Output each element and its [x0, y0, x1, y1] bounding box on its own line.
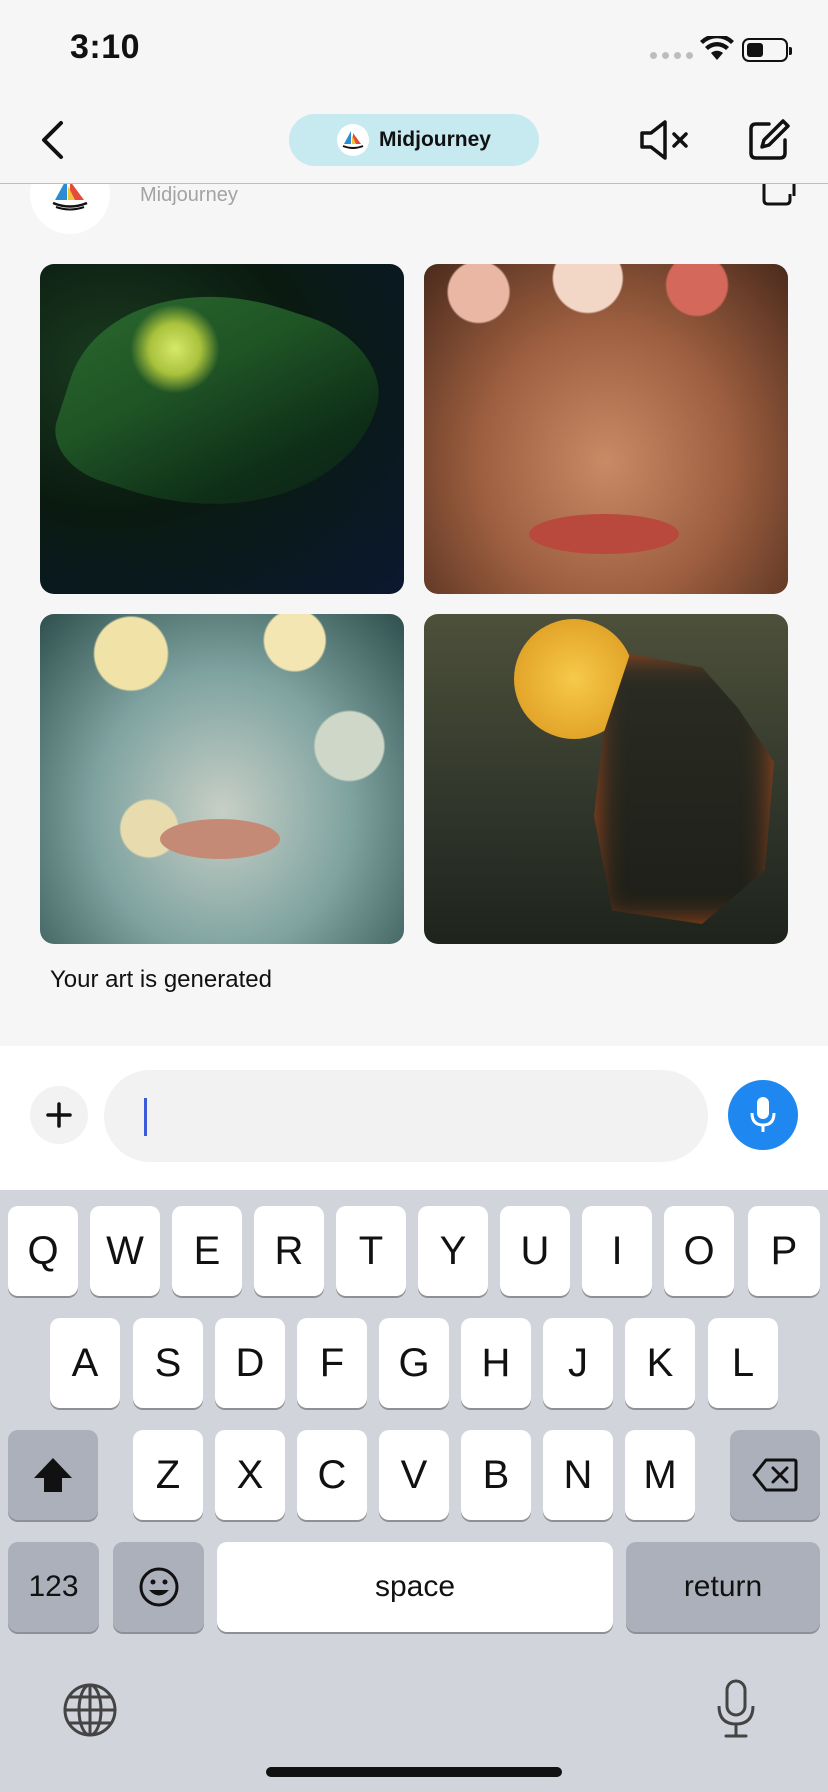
wifi-icon [700, 33, 734, 67]
backspace-icon [752, 1458, 798, 1492]
key-p[interactable]: P [748, 1206, 820, 1296]
key-f[interactable]: F [297, 1318, 367, 1408]
text-cursor [144, 1098, 147, 1136]
dictation-microphone-icon[interactable] [714, 1678, 758, 1745]
key-w[interactable]: W [90, 1206, 160, 1296]
key-b[interactable]: B [461, 1430, 531, 1520]
key-o[interactable]: O [664, 1206, 734, 1296]
home-indicator [266, 1767, 562, 1777]
navigation-bar: Midjourney [0, 100, 828, 184]
key-e[interactable]: E [172, 1206, 242, 1296]
attach-button[interactable] [30, 1086, 88, 1144]
battery-icon [742, 38, 792, 62]
key-a[interactable]: A [50, 1318, 120, 1408]
bot-avatar [336, 124, 369, 156]
delete-key[interactable] [730, 1430, 820, 1520]
chevron-left-icon [42, 121, 63, 159]
copy-button[interactable] [760, 184, 800, 210]
key-v[interactable]: V [379, 1430, 449, 1520]
key-y[interactable]: Y [418, 1206, 488, 1296]
return-key[interactable]: return [626, 1542, 820, 1632]
floral-face-image[interactable] [424, 264, 788, 594]
sailboat-logo-icon [342, 131, 364, 149]
key-n[interactable]: N [543, 1430, 613, 1520]
copy-icon [762, 184, 796, 206]
key-z[interactable]: Z [133, 1430, 203, 1520]
chat-area[interactable]: Midjourney Your art is generated [0, 184, 828, 1046]
key-c[interactable]: C [297, 1430, 367, 1520]
cellular-signal-icon [650, 52, 693, 59]
microphone-icon [750, 1097, 776, 1132]
back-button[interactable] [30, 114, 74, 166]
compose-button[interactable] [744, 114, 794, 166]
moon-city-image[interactable] [424, 614, 788, 944]
leaf-image[interactable] [40, 264, 404, 594]
key-q[interactable]: Q [8, 1206, 78, 1296]
speaker-muted-icon [640, 120, 688, 160]
shift-arrow-icon [34, 1458, 72, 1492]
emoji-icon [139, 1567, 178, 1607]
key-t[interactable]: T [336, 1206, 406, 1296]
bot-name: Midjourney [378, 128, 491, 151]
key-l[interactable]: L [708, 1318, 778, 1408]
key-g[interactable]: G [379, 1318, 449, 1408]
key-x[interactable]: X [215, 1430, 285, 1520]
key-j[interactable]: J [543, 1318, 613, 1408]
plus-icon [46, 1102, 72, 1128]
message-caption: Your art is generated [50, 966, 272, 993]
globe-icon[interactable] [62, 1682, 118, 1743]
generated-image-grid [40, 264, 788, 944]
key-r[interactable]: R [254, 1206, 324, 1296]
numbers-key[interactable]: 123 [8, 1542, 99, 1632]
edit-icon [749, 119, 790, 160]
key-d[interactable]: D [215, 1318, 285, 1408]
sailboat-logo-icon [52, 184, 88, 211]
message-input[interactable] [104, 1070, 708, 1162]
key-i[interactable]: I [582, 1206, 652, 1296]
key-m[interactable]: M [625, 1430, 695, 1520]
flower-mask-image[interactable] [40, 614, 404, 944]
voice-input-button[interactable] [728, 1080, 798, 1150]
onscreen-keyboard: Q W E R T Y U I O P A S D F G H J K L Z … [0, 1190, 828, 1792]
key-s[interactable]: S [133, 1318, 203, 1408]
space-key[interactable]: space [217, 1542, 613, 1632]
mute-button[interactable] [638, 114, 692, 166]
emoji-key[interactable] [113, 1542, 204, 1632]
message-input-bar [0, 1046, 828, 1190]
bot-name-pill[interactable]: Midjourney [289, 114, 539, 166]
key-u[interactable]: U [500, 1206, 570, 1296]
key-h[interactable]: H [461, 1318, 531, 1408]
status-bar: 3:10 [0, 0, 828, 100]
status-time: 3:10 [70, 28, 141, 66]
key-k[interactable]: K [625, 1318, 695, 1408]
shift-key[interactable] [8, 1430, 98, 1520]
sender-avatar [30, 184, 110, 234]
message-sender-name: Midjourney [140, 184, 238, 206]
